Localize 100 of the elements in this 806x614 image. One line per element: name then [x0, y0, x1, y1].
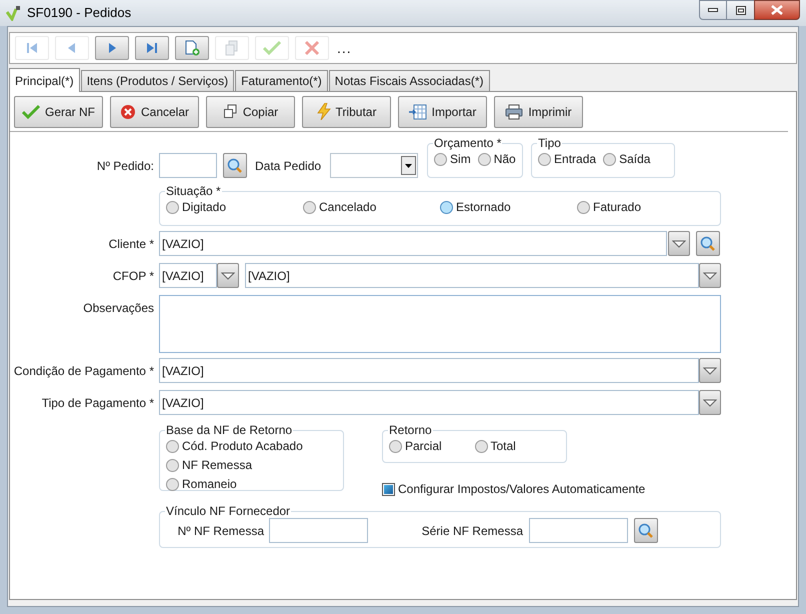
- check-icon: [22, 104, 40, 120]
- search-icon: [638, 522, 654, 538]
- caret-icon: [672, 240, 686, 248]
- dropdown-button[interactable]: [699, 358, 721, 383]
- radio-label: Saída: [619, 151, 650, 168]
- cancel-icon: [120, 104, 136, 120]
- group-title: Retorno: [388, 423, 433, 437]
- date-field[interactable]: [330, 153, 418, 178]
- maximize-icon: [736, 6, 746, 14]
- check-icon: [263, 40, 281, 56]
- dropdown-button[interactable]: [668, 231, 690, 256]
- more-indicator: ...: [337, 38, 352, 58]
- new-document-icon: [184, 40, 200, 56]
- field-label: Tipo de Pagamento *: [42, 396, 154, 410]
- checkbox[interactable]: [382, 482, 395, 496]
- radio-button[interactable]: [389, 440, 402, 452]
- action-button[interactable]: Copiar: [206, 96, 295, 128]
- tab[interactable]: Notas Fiscais Associadas(*): [328, 70, 490, 91]
- field-label: Cliente *: [108, 236, 154, 250]
- dropdown-button[interactable]: [217, 263, 239, 288]
- toolbar-button[interactable]: [135, 36, 169, 60]
- radio-button[interactable]: [440, 200, 453, 214]
- radio-button[interactable]: [166, 200, 179, 214]
- field-label: Observações: [83, 301, 154, 315]
- search-button[interactable]: [634, 518, 658, 543]
- radio-button[interactable]: [603, 152, 616, 166]
- last-record-icon: [145, 41, 159, 55]
- radio-button[interactable]: [434, 152, 448, 166]
- radio-label: Faturado: [593, 199, 642, 216]
- field-label: Nº Pedido:: [96, 158, 154, 174]
- caret-icon: [221, 272, 235, 280]
- radio-button[interactable]: [166, 478, 179, 490]
- input-field[interactable]: [VAZIO]: [159, 263, 217, 288]
- input-field[interactable]: [VAZIO]: [159, 358, 699, 383]
- close-icon: [304, 40, 320, 56]
- field-label: Condição de Pagamento *: [14, 364, 154, 378]
- field-label: Série NF Remessa: [422, 524, 523, 538]
- minimize-button[interactable]: [699, 0, 727, 20]
- caret-icon: [703, 398, 717, 406]
- action-button[interactable]: Imprimir: [494, 96, 583, 128]
- radio-label: Estornado: [456, 199, 511, 216]
- group-title: Tipo: [537, 136, 562, 150]
- tab[interactable]: Principal(*): [9, 68, 80, 92]
- field-label: CFOP *: [112, 268, 154, 282]
- caret-icon: [703, 366, 717, 374]
- radio-label: Romaneio: [182, 476, 237, 493]
- toolbar-button[interactable]: [175, 36, 209, 60]
- input-field[interactable]: [VAZIO]: [159, 231, 667, 256]
- search-button[interactable]: [223, 153, 247, 178]
- action-button[interactable]: Tributar: [302, 96, 391, 128]
- first-record-icon: [25, 41, 39, 55]
- input-field[interactable]: [269, 518, 368, 543]
- search-button[interactable]: [696, 231, 720, 256]
- text-area[interactable]: [159, 295, 721, 353]
- group-title: Situação *: [165, 184, 222, 198]
- action-button[interactable]: Gerar NF: [14, 96, 103, 128]
- radio-button[interactable]: [303, 200, 316, 214]
- radio-button[interactable]: [478, 152, 491, 166]
- group-title: Base da NF de Retorno: [165, 423, 294, 437]
- documents-icon: [224, 40, 240, 56]
- radio-button[interactable]: [166, 440, 179, 452]
- dropdown-button[interactable]: [699, 263, 721, 288]
- input-field[interactable]: [VAZIO]: [245, 263, 699, 288]
- radio-button[interactable]: [166, 458, 179, 472]
- group-title: Vínculo NF Fornecedor: [165, 504, 292, 518]
- search-icon: [227, 158, 243, 174]
- tab[interactable]: Itens (Produtos / Serviços): [80, 70, 234, 91]
- action-button[interactable]: Cancelar: [110, 96, 199, 128]
- close-icon: [771, 5, 783, 15]
- app-icon: [6, 5, 22, 21]
- action-button[interactable]: Importar: [398, 96, 487, 128]
- copy-icon: [222, 104, 238, 119]
- radio-button[interactable]: [577, 200, 590, 214]
- caret-icon: [703, 272, 717, 280]
- search-icon: [700, 236, 716, 252]
- radio-button[interactable]: [538, 152, 552, 166]
- radio-label: NF Remessa: [182, 457, 252, 474]
- window-title: SF0190 - Pedidos: [27, 4, 132, 22]
- input-field[interactable]: [529, 518, 628, 543]
- radio-label: Digitado: [182, 199, 226, 216]
- input-field[interactable]: [159, 153, 217, 178]
- lightning-icon: [316, 103, 331, 120]
- input-field[interactable]: [VAZIO]: [159, 390, 699, 415]
- field-label: Data Pedido: [255, 158, 322, 174]
- tab[interactable]: Faturamento(*): [235, 70, 328, 91]
- toolbar-button[interactable]: [95, 36, 129, 60]
- radio-label: Total: [490, 438, 516, 455]
- radio-label: Cancelado: [319, 199, 376, 216]
- maximize-button[interactable]: [727, 0, 754, 20]
- radio-label: Sim: [450, 151, 471, 168]
- group-title: Orçamento *: [433, 136, 502, 150]
- checkbox-label: Configurar Impostos/Valores Automaticamente: [398, 481, 646, 498]
- minimize-icon: [708, 8, 718, 12]
- dropdown-button[interactable]: [699, 390, 721, 415]
- radio-label: Não: [494, 151, 516, 168]
- radio-label: Cód. Produto Acabado: [182, 438, 303, 455]
- radio-button[interactable]: [474, 440, 488, 452]
- close-button[interactable]: [754, 0, 800, 20]
- radio-label: Parcial: [405, 438, 442, 455]
- caret-icon: [405, 164, 412, 168]
